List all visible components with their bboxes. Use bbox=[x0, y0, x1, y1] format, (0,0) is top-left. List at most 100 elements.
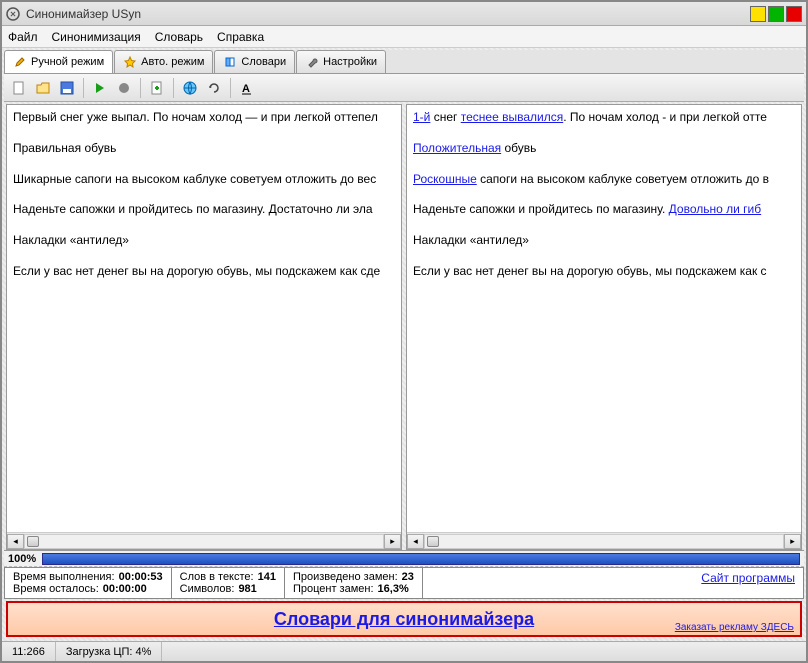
ad-banner: Словари для синонимайзера Заказать рекла… bbox=[6, 601, 802, 637]
progress-label: 100% bbox=[8, 553, 36, 565]
text-paragraph: Наденьте сапожки и пройдитесь по магазин… bbox=[13, 201, 395, 218]
text-paragraph: Накладки «антилед» bbox=[413, 232, 795, 249]
stat-value: 00:00:00 bbox=[103, 583, 147, 595]
text-run: Наденьте сапожки и пройдитесь по магазин… bbox=[413, 202, 669, 216]
synonym-word[interactable]: 1-й bbox=[413, 110, 430, 124]
cpu-value: 4% bbox=[136, 646, 152, 658]
font-button[interactable]: A bbox=[236, 77, 258, 99]
scroll-right-icon[interactable]: ▸ bbox=[784, 534, 801, 549]
synonym-word[interactable]: Положительная bbox=[413, 141, 501, 155]
stat-value: 981 bbox=[238, 583, 256, 595]
stat-label: Время осталось: bbox=[13, 583, 99, 595]
text-paragraph: 1-й снег теснее вывалился. По ночам холо… bbox=[413, 109, 795, 126]
run-button[interactable] bbox=[89, 77, 111, 99]
stop-button[interactable] bbox=[113, 77, 135, 99]
toolbar: A bbox=[4, 74, 804, 102]
maximize-button[interactable] bbox=[768, 6, 784, 22]
stat-label: Символов: bbox=[180, 583, 235, 595]
tab-label: Авто. режим bbox=[141, 56, 204, 68]
text-paragraph: Первый снег уже выпал. По ночам холод — … bbox=[13, 109, 395, 126]
status-cursor-pos: 11:266 bbox=[2, 642, 56, 661]
site-link[interactable]: Сайт программы bbox=[701, 571, 795, 585]
text-run: Если у вас нет денег вы на дорогую обувь… bbox=[413, 264, 767, 278]
hscrollbar-right[interactable]: ◂ ▸ bbox=[407, 532, 801, 549]
text-run: обувь bbox=[501, 141, 536, 155]
synonym-word[interactable]: теснее вывалился bbox=[461, 110, 563, 124]
tab-manual[interactable]: Ручной режим bbox=[4, 50, 113, 73]
menu-file[interactable]: Файл bbox=[8, 30, 38, 44]
text-run: сапоги на высоком каблуке советуем отлож… bbox=[477, 172, 769, 186]
content: Ручной режим Авто. режим Словари Настрой… bbox=[2, 48, 806, 641]
right-text[interactable]: 1-й снег теснее вывалился. По ночам холо… bbox=[407, 105, 801, 532]
stat-label: Слов в тексте: bbox=[180, 571, 254, 583]
main-window: Синонимайзер USyn Файл Синонимизация Сло… bbox=[0, 0, 808, 663]
tab-auto[interactable]: Авто. режим bbox=[114, 50, 213, 73]
statusbar: 11:266 Загрузка ЦП: 4% bbox=[2, 641, 806, 661]
star-icon bbox=[123, 55, 137, 69]
menubar: Файл Синонимизация Словарь Справка bbox=[2, 26, 806, 48]
tab-label: Настройки bbox=[323, 56, 377, 68]
tab-label: Ручной режим bbox=[31, 56, 104, 68]
left-pane: Первый снег уже выпал. По ночам холод — … bbox=[6, 104, 402, 550]
menu-help[interactable]: Справка bbox=[217, 30, 264, 44]
progress-row: 100% bbox=[4, 551, 804, 567]
tab-dict[interactable]: Словари bbox=[214, 50, 295, 73]
synonym-word[interactable]: Довольно ли гиб bbox=[669, 202, 761, 216]
wrench-icon bbox=[305, 55, 319, 69]
stat-label: Процент замен: bbox=[293, 583, 374, 595]
scroll-thumb[interactable] bbox=[27, 536, 39, 547]
synonym-word[interactable]: Роскошные bbox=[413, 172, 477, 186]
save-button[interactable] bbox=[56, 77, 78, 99]
stats-panel: Время выполнения:00:00:53 Время осталось… bbox=[4, 567, 804, 599]
right-pane: 1-й снег теснее вывалился. По ночам холо… bbox=[406, 104, 802, 550]
minimize-button[interactable] bbox=[750, 6, 766, 22]
book-icon bbox=[223, 55, 237, 69]
scroll-track[interactable] bbox=[424, 534, 784, 549]
export-button[interactable] bbox=[146, 77, 168, 99]
svg-text:A: A bbox=[242, 83, 250, 95]
separator bbox=[230, 78, 231, 98]
separator bbox=[140, 78, 141, 98]
text-paragraph: Наденьте сапожки и пройдитесь по магазин… bbox=[413, 201, 795, 218]
separator bbox=[83, 78, 84, 98]
text-paragraph: Если у вас нет денег вы на дорогую обувь… bbox=[413, 263, 795, 280]
refresh-button[interactable] bbox=[203, 77, 225, 99]
scroll-track[interactable] bbox=[24, 534, 384, 549]
text-paragraph: Шикарные сапоги на высоком каблуке совет… bbox=[13, 171, 395, 188]
separator bbox=[173, 78, 174, 98]
window-buttons bbox=[750, 6, 802, 22]
text-paragraph: Накладки «антилед» bbox=[13, 232, 395, 249]
window-title: Синонимайзер USyn bbox=[26, 7, 750, 21]
new-button[interactable] bbox=[8, 77, 30, 99]
scroll-left-icon[interactable]: ◂ bbox=[407, 534, 424, 549]
text-paragraph: Положительная обувь bbox=[413, 140, 795, 157]
scroll-right-icon[interactable]: ▸ bbox=[384, 534, 401, 549]
progress-bar bbox=[42, 553, 800, 565]
menu-dict[interactable]: Словарь bbox=[155, 30, 203, 44]
pencil-icon bbox=[13, 55, 27, 69]
scroll-left-icon[interactable]: ◂ bbox=[7, 534, 24, 549]
stat-value: 00:00:53 bbox=[119, 571, 163, 583]
tabbar: Ручной режим Авто. режим Словари Настрой… bbox=[4, 50, 804, 74]
text-paragraph: Если у вас нет денег вы на дорогую обувь… bbox=[13, 263, 395, 280]
app-icon bbox=[6, 7, 20, 21]
ad-link[interactable]: Словари для синонимайзера bbox=[274, 609, 534, 630]
tab-label: Словари bbox=[241, 56, 286, 68]
open-button[interactable] bbox=[32, 77, 54, 99]
menu-synon[interactable]: Синонимизация bbox=[52, 30, 141, 44]
ad-order-link[interactable]: Заказать рекламу ЗДЕСЬ bbox=[675, 622, 794, 633]
cpu-label: Загрузка ЦП: bbox=[66, 646, 133, 658]
text-paragraph: Роскошные сапоги на высоком каблуке сове… bbox=[413, 171, 795, 188]
globe-button[interactable] bbox=[179, 77, 201, 99]
scroll-thumb[interactable] bbox=[427, 536, 439, 547]
split-panes: Первый снег уже выпал. По ночам холод — … bbox=[4, 102, 804, 550]
text-run: Накладки «антилед» bbox=[413, 233, 529, 247]
text-run: . По ночам холод - и при легкой отте bbox=[563, 110, 767, 124]
close-button[interactable] bbox=[786, 6, 802, 22]
left-text[interactable]: Первый снег уже выпал. По ночам холод — … bbox=[7, 105, 401, 532]
text-run: снег bbox=[430, 110, 460, 124]
tab-settings[interactable]: Настройки bbox=[296, 50, 386, 73]
hscrollbar-left[interactable]: ◂ ▸ bbox=[7, 532, 401, 549]
stat-value: 23 bbox=[402, 571, 414, 583]
stat-value: 16,3% bbox=[378, 583, 409, 595]
